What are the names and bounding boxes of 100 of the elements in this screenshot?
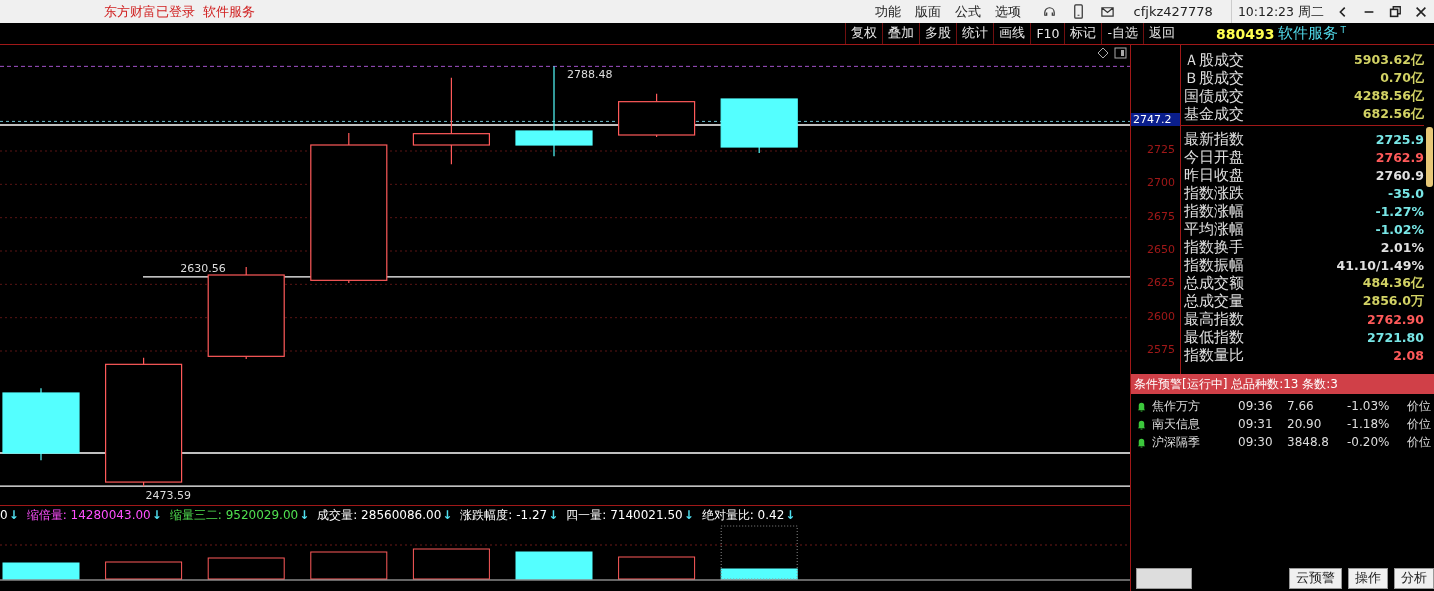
alert-price: 3848.8 (1287, 435, 1330, 449)
stat-label: 指数量比 (1184, 345, 1244, 365)
stock-name[interactable]: 沪深隔季 (1152, 433, 1238, 451)
axis-label: 2625 (1147, 276, 1175, 290)
menu-item[interactable]: 版面 (914, 2, 941, 21)
restore-icon[interactable] (1388, 4, 1402, 19)
service-link[interactable]: 软件服务 (203, 2, 255, 21)
stat-label: Ｂ股成交 (1184, 68, 1244, 88)
stat-label: 最新指数 (1184, 129, 1244, 149)
indicator-value: 缩量三二: 9520029.00 (169, 507, 299, 522)
alert-type: 价位 (1407, 415, 1431, 433)
alert-price: 20.90 (1287, 417, 1323, 431)
bell-icon (1136, 400, 1147, 412)
alert-button[interactable]: 分析 (1394, 567, 1434, 589)
stat-label: 指数涨幅 (1184, 201, 1244, 221)
axis-label: 2650 (1147, 243, 1175, 256)
stat-value: 2762.9 (1375, 149, 1424, 165)
indicator-arrow[interactable]: ↓ (683, 507, 694, 522)
indicator-arrow[interactable]: ↓ (442, 507, 453, 522)
price-label: 2788.48 (567, 68, 613, 82)
axis-label: 2600 (1147, 309, 1175, 323)
diamond-icon[interactable] (1097, 47, 1109, 59)
axis-label: 2725 (1147, 143, 1175, 156)
alert-time: 09:30 (1238, 435, 1274, 449)
alert-header: 条件预警[运行中] 总品种数:13 条数:3 (1131, 374, 1434, 394)
alert-change: -1.03% (1347, 399, 1391, 413)
menu-item[interactable]: 功能 (874, 2, 901, 21)
stock-name[interactable]: 焦作万方 (1152, 397, 1238, 415)
stat-value: 4288.56亿 (1354, 87, 1424, 105)
index-code: 880493 (1216, 25, 1275, 42)
stat-label: 昨日收盘 (1184, 165, 1244, 185)
stat-value: 2725.9 (1375, 131, 1424, 147)
clock: 10:12:23 周二 (1230, 0, 1330, 23)
stat-value: 2.01% (1380, 239, 1424, 255)
stat-value: -1.27% (1375, 203, 1424, 219)
stat-label: 今日开盘 (1184, 147, 1244, 167)
bell-icon (1136, 436, 1147, 448)
alert-time: 09:36 (1238, 399, 1274, 413)
stat-label: 平均涨幅 (1184, 219, 1244, 239)
indicator-arrow[interactable]: ↓ (785, 507, 796, 522)
indicator-value: 四一量: 7140021.50 (566, 507, 683, 522)
mail-icon[interactable] (1099, 4, 1115, 19)
stat-value: 41.10/1.49% (1336, 257, 1424, 273)
indicator-arrow[interactable]: ↓ (299, 507, 310, 522)
indicator-value: 绝对量比: 0.42 (701, 507, 785, 522)
axis-label: 2575 (1147, 343, 1175, 356)
scrollbar-thumb[interactable] (1426, 127, 1433, 187)
stat-value: 682.56亿 (1362, 105, 1424, 123)
price-label: 2630.56 (180, 261, 226, 275)
stat-value: 2762.90 (1367, 311, 1424, 327)
account-name: cfjkz427778 (1133, 4, 1213, 19)
stat-label: 最高指数 (1184, 309, 1244, 329)
indicator-value: 成交量: 28560086.00 (317, 507, 442, 522)
blurred-button[interactable] (1136, 567, 1192, 589)
price-label: 2473.59 (145, 489, 192, 503)
price-tag: 2747.2 (1131, 113, 1180, 127)
bell-icon (1136, 418, 1147, 430)
stat-label: 最低指数 (1184, 327, 1244, 347)
alert-button[interactable]: 操作 (1348, 567, 1388, 589)
index-mark: T (1340, 25, 1346, 35)
indicator-value: 0 (0, 508, 8, 522)
indicator-arrow[interactable]: ↓ (548, 507, 559, 522)
indicator-arrow[interactable]: ↓ (151, 507, 162, 522)
stock-name[interactable]: 南天信息 (1152, 415, 1238, 433)
stat-value: 2.08 (1393, 347, 1424, 363)
stat-label: 基金成交 (1184, 104, 1244, 124)
panel-toggle-icon[interactable] (1114, 47, 1127, 59)
alert-change: -0.20% (1347, 435, 1391, 449)
stat-value: -35.0 (1387, 185, 1424, 201)
stat-value: -1.02% (1375, 221, 1424, 237)
stat-value: 2721.80 (1367, 329, 1424, 345)
stat-label: 国债成交 (1184, 86, 1244, 106)
stat-value: 2760.9 (1375, 167, 1424, 183)
axis-label: 2675 (1147, 209, 1175, 223)
alert-type: 价位 (1407, 433, 1431, 451)
indicator-value: 涨跌幅度: -1.27 (460, 507, 548, 522)
alert-button[interactable]: 云预警 (1289, 567, 1342, 589)
headset-icon[interactable] (1041, 4, 1057, 19)
menu-item[interactable]: 选项 (994, 2, 1021, 21)
alert-time: 09:31 (1238, 417, 1274, 431)
stat-label: 指数涨跌 (1184, 183, 1244, 203)
stat-value: 0.70亿 (1380, 69, 1424, 87)
alert-type: 价位 (1407, 397, 1431, 415)
stat-label: 指数换手 (1184, 237, 1244, 257)
close-icon[interactable] (1414, 4, 1428, 19)
axis-label: 2700 (1147, 176, 1175, 190)
stat-value: 5903.62亿 (1354, 51, 1424, 69)
indicator-arrow[interactable]: ↓ (8, 508, 19, 522)
stat-value: 484.36亿 (1362, 274, 1424, 292)
alert-change: -1.18% (1347, 417, 1391, 431)
alert-price: 7.66 (1287, 399, 1315, 413)
menu-item[interactable]: 公式 (954, 2, 981, 21)
stat-label: 指数振幅 (1184, 255, 1244, 275)
stat-label: 总成交额 (1184, 273, 1244, 293)
login-status: 东方财富已登录 (104, 2, 195, 21)
stat-value: 2856.0万 (1362, 292, 1424, 310)
stat-label: Ａ股成交 (1184, 50, 1244, 70)
index-name: 软件服务 (1278, 24, 1339, 43)
indicator-value: 缩倍量: 14280043.00 (26, 507, 151, 522)
stat-label: 总成交量 (1184, 291, 1244, 311)
